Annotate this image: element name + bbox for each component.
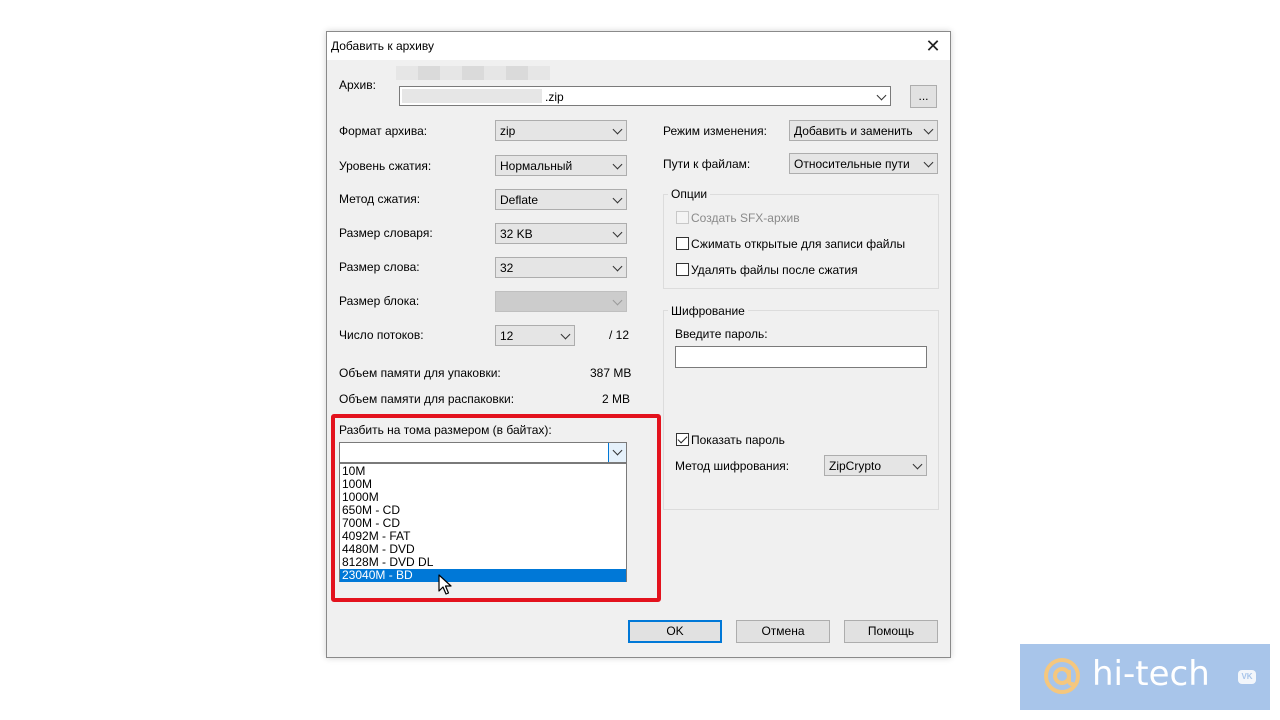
compress-shared-label[interactable]: Сжимать открытые для записи файлы: [691, 237, 905, 251]
threads-label: Число потоков:: [339, 328, 424, 342]
chevron-down-icon: [612, 295, 623, 306]
delete-after-label[interactable]: Удалять файлы после сжатия: [691, 263, 858, 277]
mem-unpack-value: 2 MB: [602, 392, 631, 406]
redacted-filename: [402, 89, 542, 103]
chevron-down-icon: [560, 329, 571, 340]
browse-button[interactable]: ...: [910, 85, 937, 108]
paths-value: Относительные пути: [794, 157, 910, 171]
chevron-down-icon: [923, 157, 934, 168]
mem-pack-value: 387 MB: [590, 366, 632, 380]
update-select[interactable]: Добавить и заменить: [789, 120, 938, 141]
cancel-button[interactable]: Отмена: [736, 620, 830, 643]
encryption-method-select[interactable]: ZipCrypto: [824, 455, 927, 476]
word-label: Размер слова:: [339, 260, 420, 274]
chevron-down-icon: [612, 261, 623, 272]
threads-max: / 12: [609, 328, 630, 342]
vk-badge: VK: [1238, 670, 1256, 684]
ok-button[interactable]: OK: [628, 620, 722, 643]
chevron-down-icon: [876, 90, 887, 101]
word-select[interactable]: 32: [495, 257, 627, 278]
show-password-label[interactable]: Показать пароль: [691, 433, 785, 447]
encryption-title: Шифрование: [668, 304, 748, 318]
format-label: Формат архива:: [339, 124, 428, 138]
threads-value: 12: [500, 329, 514, 343]
archive-path-combobox[interactable]: .zip: [399, 86, 891, 106]
watermark-text: hi-tech: [1092, 654, 1210, 694]
mouse-cursor-icon: [438, 574, 452, 595]
level-select[interactable]: Нормальный: [495, 155, 627, 176]
highlight-frame: [331, 414, 661, 602]
threads-select[interactable]: 12: [495, 325, 575, 346]
compress-shared-checkbox[interactable]: [676, 237, 689, 250]
chevron-down-icon: [923, 124, 934, 135]
hi-tech-watermark: hi-tech VK: [1020, 644, 1270, 710]
update-value: Добавить и заменить: [794, 124, 913, 138]
show-password-checkbox[interactable]: [676, 433, 689, 446]
redacted-path-block: [506, 66, 528, 80]
chevron-down-icon: [612, 193, 623, 204]
redacted-path-block: [462, 66, 484, 80]
mem-unpack-label: Объем памяти для распаковки:: [339, 392, 515, 406]
help-button[interactable]: Помощь: [844, 620, 938, 643]
encryption-method-value: ZipCrypto: [829, 459, 882, 473]
at-sign-icon: [1044, 658, 1080, 694]
chevron-down-icon: [612, 159, 623, 170]
chevron-down-icon: [612, 124, 623, 135]
redacted-path-block: [418, 66, 440, 80]
paths-label: Пути к файлам:: [663, 157, 751, 171]
encryption-method-label: Метод шифрования:: [675, 459, 790, 473]
password-label: Введите пароль:: [675, 327, 768, 341]
method-label: Метод сжатия:: [339, 192, 421, 206]
window-title: Добавить к архиву: [331, 39, 434, 53]
mem-pack-label: Объем памяти для упаковки:: [339, 366, 501, 380]
word-value: 32: [500, 261, 514, 275]
paths-select[interactable]: Относительные пути: [789, 153, 938, 174]
dict-label: Размер словаря:: [339, 226, 433, 240]
chevron-down-icon: [912, 459, 923, 470]
sfx-label: Создать SFX-архив: [691, 211, 800, 225]
format-select[interactable]: zip: [495, 120, 627, 141]
password-input[interactable]: [675, 346, 927, 368]
update-label: Режим изменения:: [663, 124, 767, 138]
title-bar: Добавить к архиву ✕: [327, 32, 950, 60]
level-label: Уровень сжатия:: [339, 159, 432, 173]
delete-after-checkbox[interactable]: [676, 263, 689, 276]
method-select[interactable]: Deflate: [495, 189, 627, 210]
level-value: Нормальный: [500, 159, 573, 173]
archive-filename: .zip: [545, 90, 564, 104]
archive-label: Архив:: [339, 78, 376, 92]
sfx-checkbox: [676, 211, 689, 224]
chevron-down-icon: [612, 227, 623, 238]
dict-value: 32 KB: [500, 227, 533, 241]
block-label: Размер блока:: [339, 294, 420, 308]
options-title: Опции: [668, 187, 711, 201]
close-icon[interactable]: ✕: [922, 35, 944, 57]
block-select: [495, 291, 627, 312]
format-value: zip: [500, 124, 516, 138]
dict-select[interactable]: 32 KB: [495, 223, 627, 244]
method-value: Deflate: [500, 193, 539, 207]
